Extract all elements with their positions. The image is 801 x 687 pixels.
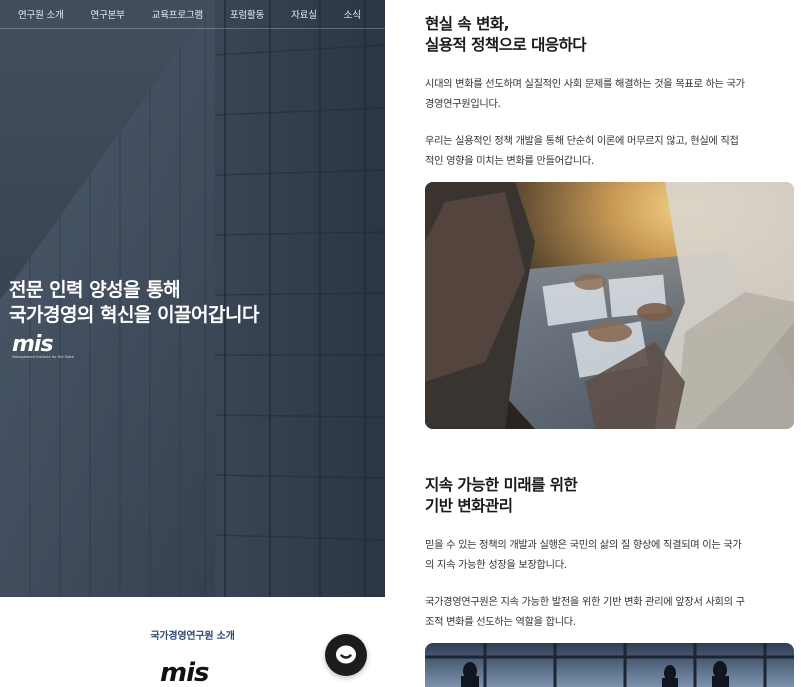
intro-title: 국가경영연구원 소개 <box>150 631 235 642</box>
intro-logo: mis <box>160 658 209 687</box>
nav-item-archive[interactable]: 자료실 <box>291 7 317 21</box>
section1-paragraph1-line2: 경영연구원입니다. <box>425 98 501 110</box>
section2-title-line2: 기반 변화관리 <box>425 497 513 515</box>
section1-paragraph2: 우리는 실용적인 정책 개발을 통해 단순히 이론에 머무르지 않고, 현실에 … <box>425 132 795 171</box>
nav-item-news[interactable]: 소식 <box>344 7 361 21</box>
meeting-photo-image <box>425 182 794 429</box>
nav-item-research-division[interactable]: 연구본부 <box>91 7 125 21</box>
top-navigation: 연구원 소개 연구본부 교육프로그램 포럼활동 자료실 소식 <box>0 0 385 29</box>
intro-logo-text: mis <box>160 658 209 687</box>
hero-banner: 연구원 소개 연구본부 교육프로그램 포럼활동 자료실 소식 전문 인력 양성을… <box>0 0 385 597</box>
right-panel: 현실 속 변화, 실용적 정책으로 대응하다 시대의 변화를 선도하며 실질적인… <box>398 0 801 687</box>
meeting-photo <box>425 182 794 429</box>
nav-item-forum-activity[interactable]: 포럼활동 <box>230 7 264 21</box>
section1-paragraph2-line1: 우리는 실용적인 정책 개발을 통해 단순히 이론에 머무르지 않고, 현실에 … <box>425 136 739 147</box>
section2-title: 지속 가능한 미래를 위한 기반 변화관리 <box>425 475 578 517</box>
nav-item-education-program[interactable]: 교육프로그램 <box>152 7 203 21</box>
section1-paragraph1-line1: 시대의 변화를 선도하며 실질적인 사회 문제를 해결하는 것을 목표로 하는 … <box>425 79 745 90</box>
section2-paragraph2-line1: 국가경영연구원은 지속 가능한 발전을 위한 기반 변화 관리에 앞장서 사회의… <box>425 597 745 608</box>
hero-logo-text: mis <box>12 332 54 357</box>
office-photo <box>425 643 794 687</box>
hero-headline-line2: 국가경영의 혁신을 이끌어갑니다 <box>9 304 259 326</box>
section1-paragraph2-line2: 적인 영향을 미치는 변화를 만들어갑니다. <box>425 155 594 167</box>
hero-headline: 전문 인력 양성을 통해 국가경영의 혁신을 이끌어갑니다 <box>9 278 259 328</box>
hero-logo: mis Management Institute for the State <box>12 332 74 359</box>
section2-title-line1: 지속 가능한 미래를 위한 <box>425 476 578 494</box>
section2-paragraph1-line1: 믿을 수 있는 정책의 개발과 실행은 국민의 삶의 질 향상에 직결되며 이는… <box>425 540 742 551</box>
hero-headline-line1: 전문 인력 양성을 통해 <box>9 279 181 301</box>
left-panel: 연구원 소개 연구본부 교육프로그램 포럼활동 자료실 소식 전문 인력 양성을… <box>0 0 385 687</box>
section2-paragraph2-line2: 조적 변화를 선도하는 역할을 합니다. <box>425 616 576 628</box>
section1-paragraph1: 시대의 변화를 선도하며 실질적인 사회 문제를 해결하는 것을 목표로 하는 … <box>425 75 795 114</box>
section2-paragraph2: 국가경영연구원은 지속 가능한 발전을 위한 기반 변화 관리에 앞장서 사회의… <box>425 593 795 632</box>
hero-logo-subtitle: Management Institute for the State <box>12 355 74 359</box>
section1-title-line1: 현실 속 변화, <box>425 15 509 33</box>
section1-title-line2: 실용적 정책으로 대응하다 <box>425 36 587 54</box>
section2-paragraph1: 믿을 수 있는 정책의 개발과 실행은 국민의 삶의 질 향상에 직결되며 이는… <box>425 536 795 575</box>
chat-button[interactable] <box>325 634 367 676</box>
section1-title: 현실 속 변화, 실용적 정책으로 대응하다 <box>425 14 587 56</box>
section2-paragraph1-line2: 의 지속 가능한 성장을 보장합니다. <box>425 559 567 571</box>
nav-item-institute-intro[interactable]: 연구원 소개 <box>18 7 64 21</box>
chat-bubble-icon <box>336 645 356 664</box>
office-photo-image <box>425 643 794 687</box>
